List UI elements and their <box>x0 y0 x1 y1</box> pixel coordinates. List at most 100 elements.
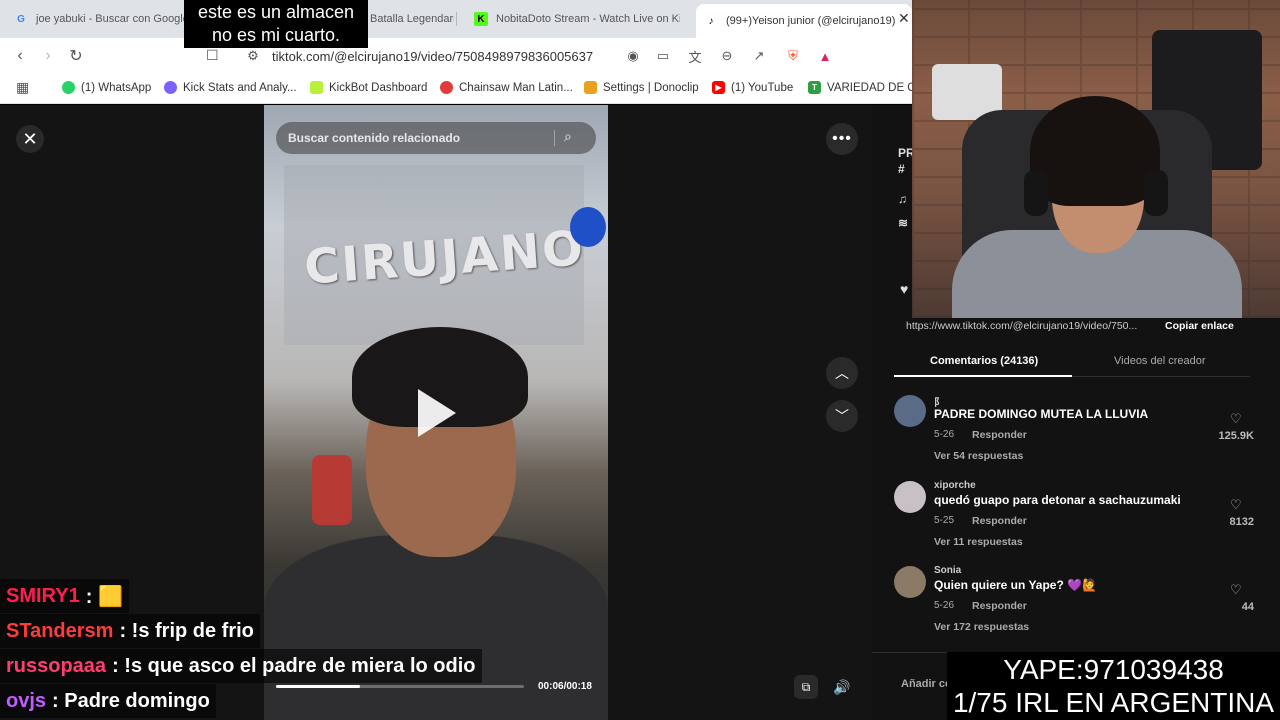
comment-date: 5-26 <box>934 600 955 611</box>
avatar[interactable] <box>894 566 926 598</box>
variedad-icon: T <box>808 81 821 94</box>
chat-message: ovjs : Padre domingo <box>0 684 216 718</box>
webcam-hair <box>1030 96 1160 206</box>
reply-button[interactable]: Responder <box>972 429 1027 441</box>
cast-icon[interactable]: ◉ <box>624 47 642 65</box>
bookmark-label: VARIEDAD DE CR <box>827 81 924 94</box>
bookmark-kickbot[interactable]: KickBot Dashboard <box>310 81 427 94</box>
stream-caption-overlay: este es un almacen no es mi cuarto. <box>184 0 368 48</box>
comment-item: xiporche quedó guapo para detonar a sach… <box>894 480 1254 561</box>
forward-icon[interactable]: › <box>38 46 58 66</box>
close-video-button[interactable]: ✕ <box>16 125 44 153</box>
tab-kick-stream[interactable]: K NobitaDoto Stream - Watch Live on Kick <box>474 6 680 32</box>
tab-creator-videos[interactable]: Videos del creador <box>1114 355 1206 367</box>
chat-text: : !s frip de frio <box>119 619 254 642</box>
kick-icon: K <box>474 12 488 26</box>
chat-text: : 🟨 <box>85 585 123 608</box>
bookmark-label: Kick Stats and Analy... <box>183 81 297 94</box>
share-link-row: https://www.tiktok.com/@elcirujano19/vid… <box>900 317 1250 337</box>
tab-google-search[interactable]: G joe yabuki - Buscar con Google <box>14 6 184 32</box>
stream-chat-overlay: SMIRY1 : 🟨 STandersm : !s frip de frio r… <box>0 548 482 720</box>
more-options-button[interactable]: ••• <box>826 123 858 155</box>
avatar[interactable] <box>894 481 926 513</box>
chat-message: STandersm : !s frip de frio <box>0 614 260 648</box>
chevron-down-icon: ﹀ <box>835 408 849 424</box>
search-divider <box>554 130 555 146</box>
brave-rewards-icon[interactable]: ▲ <box>816 47 834 65</box>
bookmark-label: Settings | Donoclip <box>603 81 699 94</box>
google-icon: G <box>17 13 25 25</box>
add-comment-input[interactable]: Añadir co <box>901 678 952 690</box>
close-icon: ✕ <box>22 128 38 149</box>
tab-batalla[interactable]: Batalla Legendaria <box>370 6 454 32</box>
whatsapp-icon <box>62 81 75 94</box>
bookmark-icon[interactable]: ☐ <box>206 47 219 64</box>
apps-grid-icon[interactable]: ▦ <box>16 79 29 96</box>
related-search-bar[interactable]: Buscar contenido relacionado ⌕ <box>276 122 596 154</box>
browser-toolbar: ‹ › ↻ ☐ ⚙ tiktok.com/@elcirujano19/video… <box>0 38 912 74</box>
site-settings-icon[interactable]: ⚙ <box>244 47 262 65</box>
bookmarks-bar: ▦ (1) WhatsApp Kick Stats and Analy... K… <box>0 74 924 104</box>
irl-counter: 1/75 IRL EN ARGENTINA <box>952 687 1275 718</box>
view-replies-button[interactable]: Ver 172 respuestas <box>934 621 1029 633</box>
reload-icon[interactable]: ↻ <box>66 46 86 66</box>
chainsaw-icon <box>440 81 453 94</box>
comment-like-icon[interactable]: ♡ <box>1230 411 1242 427</box>
close-tab-icon[interactable]: ✕ <box>898 10 910 27</box>
bookmark-label: KickBot Dashboard <box>329 81 428 94</box>
previous-video-button[interactable]: ︿ <box>826 357 858 389</box>
tab-title: NobitaDoto Stream - Watch Live on Kick <box>496 13 680 25</box>
volume-icon: 🔊 <box>833 678 851 695</box>
bookmark-chainsaw-man[interactable]: Chainsaw Man Latin... <box>440 81 573 94</box>
tab-title: joe yabuki - Buscar con Google <box>36 13 184 25</box>
comment-text: quedó guapo para detonar a sachauzumaki <box>934 493 1181 507</box>
back-icon[interactable]: ‹ <box>10 46 30 66</box>
comment-like-icon[interactable]: ♡ <box>1230 582 1242 598</box>
comment-date: 5-26 <box>934 429 955 440</box>
next-video-button[interactable]: ﹀ <box>826 400 858 432</box>
comment-username[interactable]: Sonia <box>934 565 961 576</box>
tab-separator <box>456 12 457 26</box>
bookmark-whatsapp[interactable]: (1) WhatsApp <box>62 81 151 94</box>
bookmark-kick-stats[interactable]: Kick Stats and Analy... <box>164 81 297 94</box>
mini-player-icon: ⧉ <box>801 679 811 694</box>
chat-text: : !s que asco el padre de miera lo odio <box>112 654 476 677</box>
comment-tabs: Comentarios (24136) Videos del creador <box>894 349 1250 377</box>
url-text[interactable]: tiktok.com/@elcirujano19/video/750849897… <box>272 49 593 64</box>
tab-comments[interactable]: Comentarios (24136) <box>930 355 1038 367</box>
chat-message: russopaaa : !s que asco el padre de mier… <box>0 649 482 683</box>
chevron-up-icon: ︿ <box>835 365 849 381</box>
chat-text: : Padre domingo <box>52 689 210 712</box>
reply-button[interactable]: Responder <box>972 515 1027 527</box>
brave-shield-icon[interactable]: ⛨ <box>784 47 802 65</box>
webcam-headset <box>1024 170 1048 216</box>
bookmark-variedad[interactable]: T VARIEDAD DE CR <box>808 81 924 94</box>
comment-like-icon[interactable]: ♡ <box>1230 497 1242 513</box>
comment-item: Sonia Quien quiere un Yape? 💜🙋 5-26 Resp… <box>894 565 1254 646</box>
kickstats-icon <box>164 81 177 94</box>
active-tab-indicator <box>894 375 1072 377</box>
bookmark-youtube[interactable]: ▶ (1) YouTube <box>712 81 793 94</box>
comment-username[interactable]: xiporche <box>934 480 976 491</box>
search-icon[interactable]: ⌕ <box>564 128 572 145</box>
yape-number: YAPE:971039438 <box>1003 654 1224 685</box>
view-replies-button[interactable]: Ver 11 respuestas <box>934 536 1023 548</box>
video-frame-background-person <box>312 455 352 525</box>
tiktok-icon: ♪ <box>708 15 714 27</box>
volume-button[interactable]: 🔊 <box>828 675 856 699</box>
tab-tiktok-active[interactable]: ♪ (99+)Yeison junior (@elcirujano19) <box>696 4 912 38</box>
comment-like-count: 125.9K <box>1218 430 1254 442</box>
mini-player-button[interactable]: ⧉ <box>794 675 818 699</box>
install-app-icon[interactable]: ▭ <box>654 47 672 65</box>
kickbot-icon <box>310 81 323 94</box>
play-icon[interactable] <box>418 389 456 437</box>
zoom-icon[interactable]: ⊖ <box>718 47 736 65</box>
share-icon[interactable]: ↗ <box>750 47 768 65</box>
view-replies-button[interactable]: Ver 54 respuestas <box>934 450 1023 462</box>
share-link-url[interactable]: https://www.tiktok.com/@elcirujano19/vid… <box>906 320 1137 332</box>
bookmark-donoclip[interactable]: Settings | Donoclip <box>584 81 699 94</box>
avatar[interactable] <box>894 395 926 427</box>
copy-link-button[interactable]: Copiar enlace <box>1165 320 1234 332</box>
translate-icon[interactable]: 文 <box>686 47 704 65</box>
reply-button[interactable]: Responder <box>972 600 1027 612</box>
